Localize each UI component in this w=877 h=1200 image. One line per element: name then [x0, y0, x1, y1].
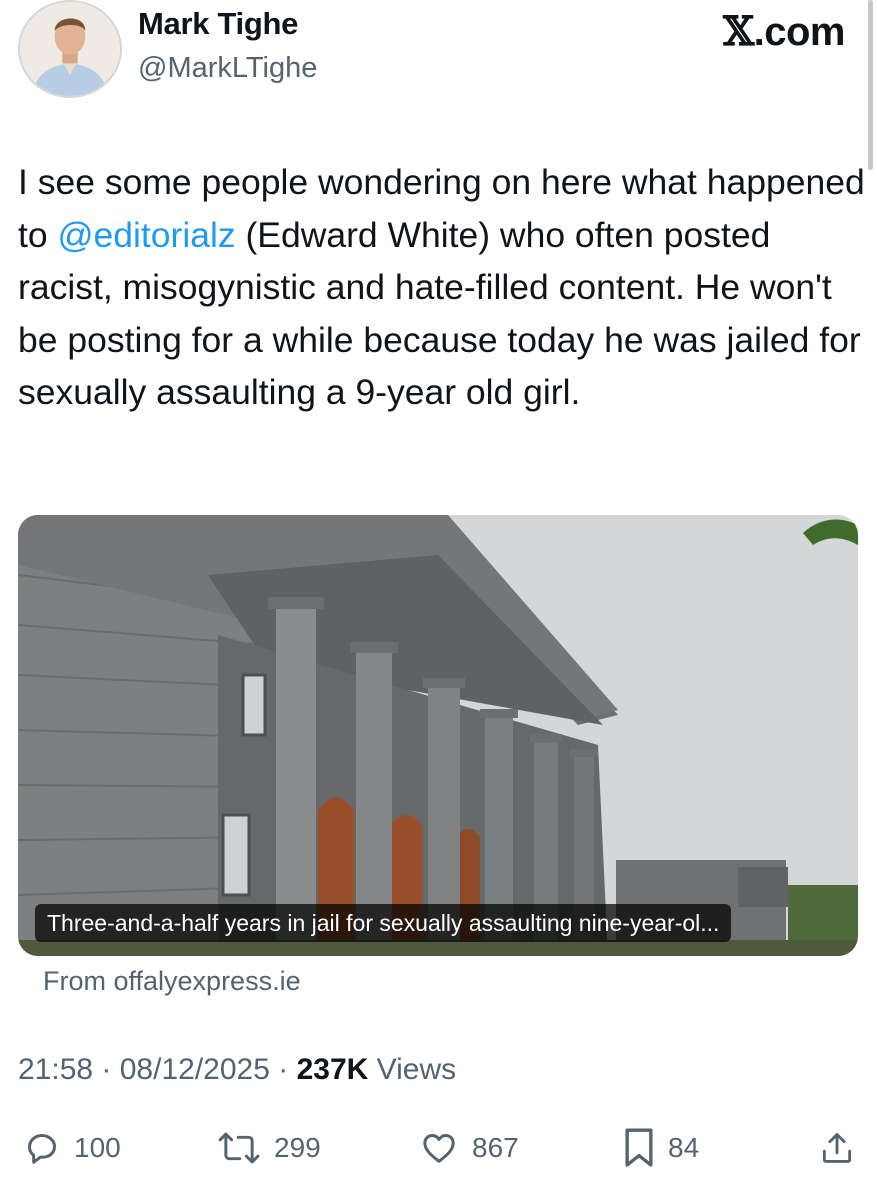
heart-icon: [423, 1134, 455, 1163]
link-card[interactable]: Three-and-a-half years in jail for sexua…: [18, 515, 858, 956]
repost-count: 299: [274, 1132, 321, 1163]
reply-icon: [28, 1134, 56, 1164]
reply-button[interactable]: 100: [22, 1120, 121, 1176]
scrollbar[interactable]: [868, 0, 873, 170]
tweet-meta: 21:58 · 08/12/2025 · 237K Views: [18, 1053, 456, 1087]
views-count: 237K: [296, 1053, 369, 1086]
avatar[interactable]: [18, 0, 122, 98]
platform-logo-text: .com: [753, 10, 846, 54]
share-icon: [822, 1133, 852, 1163]
avatar-photo: [20, 2, 120, 96]
tweet-date[interactable]: 08/12/2025: [120, 1053, 270, 1086]
meta-separator: ·: [269, 1053, 297, 1086]
bookmark-button[interactable]: 84: [622, 1120, 699, 1176]
like-count: 867: [472, 1132, 519, 1163]
mention-link[interactable]: @editorialz: [57, 215, 235, 255]
tweet-time[interactable]: 21:58: [18, 1053, 93, 1086]
meta-separator: ·: [93, 1053, 120, 1086]
like-button[interactable]: 867: [418, 1120, 519, 1176]
bookmark-icon: [625, 1128, 653, 1167]
link-card-source[interactable]: From offalyexpress.ie: [43, 966, 301, 997]
tweet-text: I see some people wondering on here what…: [18, 156, 868, 419]
x-logo-icon: 𝕏: [723, 8, 754, 55]
views-label: Views: [368, 1053, 457, 1086]
repost-button[interactable]: 299: [216, 1120, 321, 1176]
link-card-image: [18, 515, 858, 956]
author-handle[interactable]: @MarkLTighe: [138, 52, 317, 85]
bookmark-count: 84: [668, 1132, 700, 1163]
action-bar: 100 299 867 84: [0, 1120, 877, 1176]
reply-count: 100: [74, 1132, 121, 1163]
author-display-name[interactable]: Mark Tighe: [138, 6, 298, 42]
share-button[interactable]: [818, 1120, 856, 1176]
platform-logo: 𝕏.com: [723, 8, 845, 55]
repost-icon: [218, 1132, 260, 1164]
link-card-caption[interactable]: Three-and-a-half years in jail for sexua…: [35, 904, 732, 942]
